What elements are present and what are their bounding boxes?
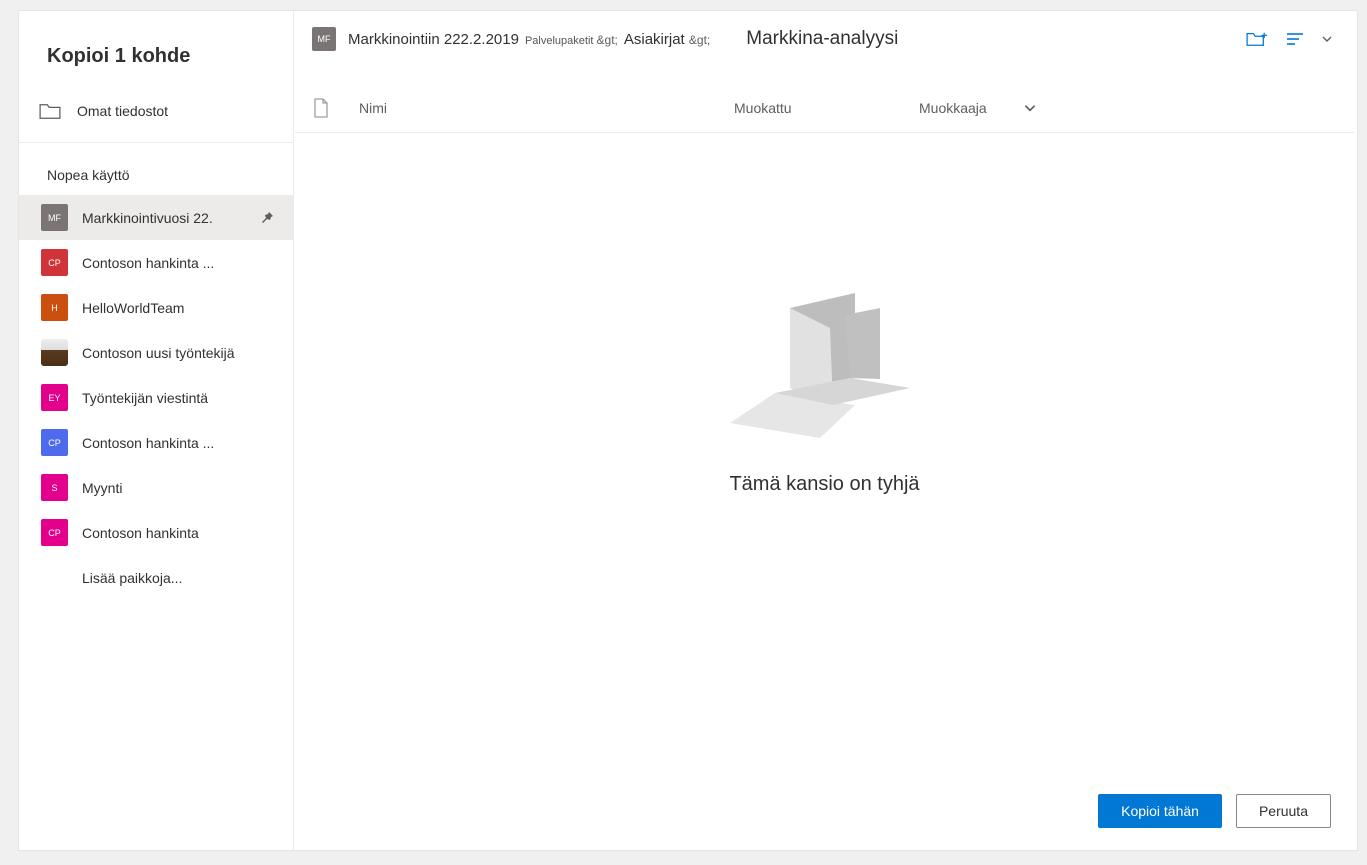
column-name[interactable]: Nimi [359, 100, 734, 116]
breadcrumb-current: Markkina-analyysi [746, 28, 898, 50]
quick-access-item[interactable]: H HelloWorldTeam [19, 285, 293, 330]
dialog-title: Kopioi 1 kohde [19, 31, 293, 92]
quick-access-list: MF Markkinointivuosi 22. CP Contoson hankin… [19, 195, 293, 555]
breadcrumb-site[interactable]: Markkinointiin 222.2.2019 [348, 31, 519, 48]
site-avatar: EY [41, 384, 68, 411]
main-panel: MF Markkinointiin 222.2.2019 Palvelupake… [294, 11, 1357, 850]
site-avatar [41, 339, 68, 366]
column-editor[interactable]: Muokkaaja [919, 100, 1019, 116]
empty-state: Tämä kansio on tyhjä [295, 133, 1354, 496]
chevron-down-icon[interactable] [1321, 33, 1333, 45]
divider [19, 142, 293, 143]
breadcrumb-bar: MF Markkinointiin 222.2.2019 Palvelupake… [294, 11, 1357, 61]
column-headers: Nimi Muokattu Muokkaaja [295, 68, 1354, 133]
quick-access-label: HelloWorldTeam [82, 300, 275, 316]
site-avatar: H [41, 294, 68, 321]
quick-access-item[interactable]: EY Työntekijän viestintä [19, 375, 293, 420]
quick-access-label: Markkinointivuosi 22. [82, 210, 255, 226]
own-files-label: Omat tiedostot [77, 103, 168, 119]
site-avatar: S [41, 474, 68, 501]
quick-access-label: Contoson hankinta ... [82, 435, 275, 451]
more-places-item[interactable]: Lisää paikkoja... [19, 555, 293, 600]
empty-folder-message: Tämä kansio on tyhjä [729, 473, 919, 496]
site-avatar: MF [312, 27, 336, 51]
empty-folder-icon [720, 283, 930, 443]
cancel-button[interactable]: Peruuta [1236, 794, 1331, 828]
breadcrumb-level1[interactable]: Palvelupaketit &gt; [525, 33, 618, 47]
site-avatar: CP [41, 249, 68, 276]
quick-access-item[interactable]: Contoson uusi työntekijä [19, 330, 293, 375]
spacer [41, 564, 68, 591]
new-folder-button[interactable] [1245, 27, 1269, 51]
quick-access-label: Contoson hankinta ... [82, 255, 275, 271]
sidebar: Kopioi 1 kohde Omat tiedostot Nopea käyt… [19, 11, 294, 850]
header-actions [1245, 27, 1333, 51]
file-icon [313, 98, 329, 118]
quick-access-item[interactable]: CP Contoson hankinta ... [19, 420, 293, 465]
quick-access-label: Contoson hankinta [82, 525, 275, 541]
file-list-scroll[interactable]: Nimi Muokattu Muokkaaja Tämä kansio on t… [294, 67, 1355, 768]
quick-access-heading: Nopea käyttö [19, 147, 293, 195]
quick-access-item[interactable]: MF Markkinointivuosi 22. [19, 195, 293, 240]
quick-access-label: Myynti [82, 480, 275, 496]
copy-dialog: Kopioi 1 kohde Omat tiedostot Nopea käyt… [18, 10, 1358, 851]
copy-here-button[interactable]: Kopioi tähän [1098, 794, 1222, 828]
quick-access-label: Työntekijän viestintä [82, 390, 275, 406]
breadcrumb: Markkinointiin 222.2.2019 Palvelupaketit… [348, 28, 1245, 50]
chevron-down-icon[interactable] [1023, 101, 1037, 115]
quick-access-label: Contoson uusi työntekijä [82, 345, 275, 361]
own-files-nav[interactable]: Omat tiedostot [19, 92, 293, 130]
column-modified[interactable]: Muokattu [734, 100, 919, 116]
site-avatar: CP [41, 429, 68, 456]
dialog-footer: Kopioi tähän Peruuta [294, 774, 1357, 850]
more-places-label: Lisää paikkoja... [82, 570, 275, 586]
breadcrumb-level2[interactable]: Asiakirjat &gt; [624, 31, 710, 48]
sort-button[interactable] [1283, 27, 1307, 51]
site-avatar: CP [41, 519, 68, 546]
folder-icon [39, 102, 61, 120]
quick-access-item[interactable]: CP Contoson hankinta ... [19, 240, 293, 285]
quick-access-item[interactable]: CP Contoson hankinta [19, 510, 293, 555]
pin-icon[interactable] [259, 210, 275, 226]
column-icon [313, 98, 359, 118]
site-avatar: MF [41, 204, 68, 231]
quick-access-item[interactable]: S Myynti [19, 465, 293, 510]
